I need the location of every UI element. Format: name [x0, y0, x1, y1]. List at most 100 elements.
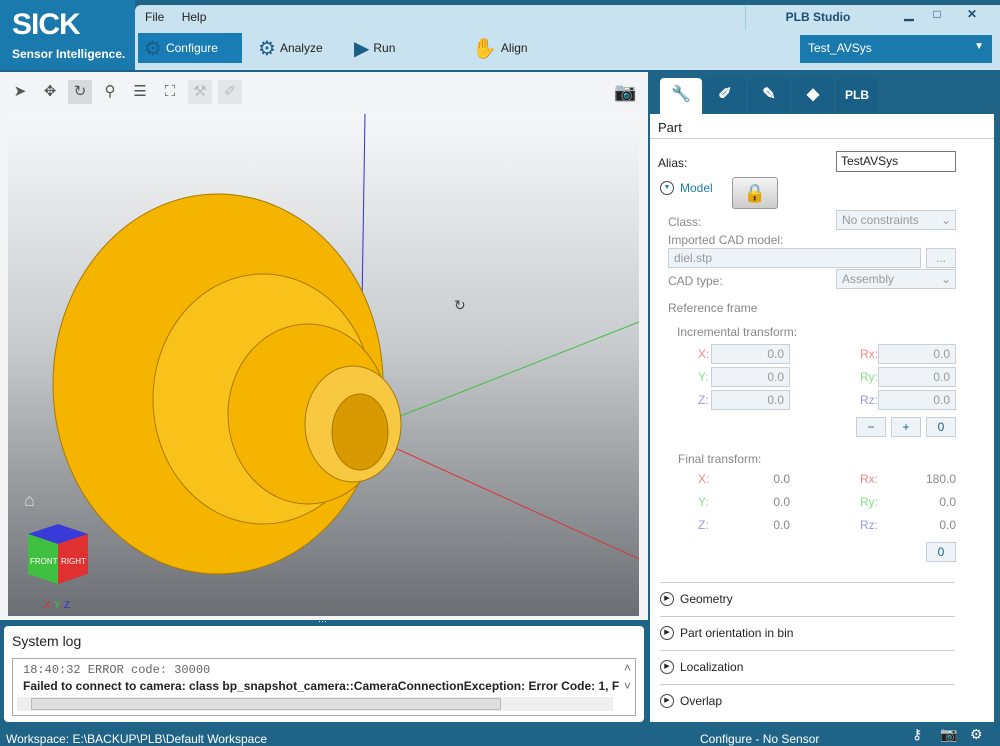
divider	[660, 616, 955, 617]
inc-x-input[interactable]: 0.0	[711, 344, 790, 364]
run-button[interactable]: ▶ Run	[348, 33, 401, 63]
snapshot-camera-icon[interactable]: 📷	[614, 82, 636, 103]
cad-model-input[interactable]: diel.stp	[668, 248, 921, 268]
zero-button[interactable]: 0	[926, 417, 956, 437]
list-icon[interactable]: ☰	[128, 80, 152, 104]
log-list[interactable]: 18:40:32 ERROR code: 30000 Failed to con…	[12, 658, 636, 716]
zoom-icon[interactable]: ⚲	[98, 80, 122, 104]
divider	[660, 582, 955, 583]
browse-button[interactable]: ...	[926, 248, 956, 268]
move-icon[interactable]: ✥	[38, 80, 62, 104]
inc-rz-input[interactable]: 0.0	[878, 390, 956, 410]
align-button[interactable]: ✋ Align	[466, 33, 534, 63]
final-ry-label: Ry:	[860, 495, 878, 509]
inc-rx-input[interactable]: 0.0	[878, 344, 956, 364]
tab-part[interactable]: 🔧	[660, 78, 702, 114]
configure-button[interactable]: ⚙ Configure	[138, 33, 242, 63]
analyze-button[interactable]: ⚙ Analyze	[252, 33, 329, 63]
section-localization[interactable]: ▶ Localization	[660, 660, 743, 674]
final-rx-value: 180.0	[925, 472, 956, 486]
status-mode: Configure - No Sensor	[700, 732, 820, 746]
sensor-icon: ✎	[762, 86, 776, 103]
hand-eye-icon: ✋	[472, 37, 497, 60]
view-cube[interactable]: FRONT RIGHT	[28, 524, 88, 584]
zoom-fit-icon[interactable]: ⛶	[158, 80, 182, 104]
system-log-title: System log	[12, 633, 82, 649]
close-button[interactable]: ✕	[958, 7, 986, 27]
gear-icon: ⚙	[144, 37, 162, 60]
brand-tagline: Sensor Intelligence.	[12, 47, 126, 61]
play-icon: ▶	[354, 37, 370, 60]
inc-ry-input[interactable]: 0.0	[878, 367, 956, 387]
chevron-down-icon: ▼	[660, 181, 674, 195]
menu-help[interactable]: Help	[182, 10, 207, 24]
log-line: 18:40:32 ERROR code: 30000	[23, 663, 211, 677]
class-select[interactable]: No constraints ⌄	[836, 210, 956, 230]
panel-title: Part	[658, 120, 682, 135]
robot-icon: ⚙	[970, 726, 983, 742]
gripper-icon: ✐	[718, 86, 732, 103]
section-overlap[interactable]: ▶ Overlap	[660, 694, 722, 708]
chevron-right-icon: ▶	[660, 660, 674, 674]
section-part-orientation[interactable]: ▶ Part orientation in bin	[660, 626, 793, 640]
final-rz-label: Rz:	[860, 518, 878, 532]
menu-file[interactable]: File	[145, 10, 164, 24]
cad-type-select[interactable]: Assembly ⌄	[836, 269, 956, 289]
rotate-icon[interactable]: ↻	[68, 80, 92, 104]
chevron-down-icon: ⌄	[940, 213, 951, 227]
gear-play-icon: ⚙	[258, 37, 276, 60]
maximize-button[interactable]: □	[923, 7, 951, 27]
analyze-label: Analyze	[279, 41, 323, 55]
y-axis	[359, 321, 640, 433]
rotate-cursor-icon: ↻	[454, 297, 466, 313]
tab-sensor[interactable]: ✎	[748, 78, 790, 112]
minimize-button[interactable]: ▁	[895, 7, 923, 27]
section-label: Part orientation in bin	[680, 626, 794, 640]
increment-button[interactable]: +	[891, 417, 921, 437]
class-label: Class:	[668, 215, 702, 229]
lock-button[interactable]: 🔒	[732, 177, 778, 209]
horizontal-scrollbar[interactable]	[17, 697, 613, 711]
scrollbar-thumb[interactable]	[31, 698, 501, 710]
home-icon[interactable]: ⌂	[24, 490, 35, 510]
cube-right-label: RIGHT	[61, 557, 86, 566]
inc-y-input[interactable]: 0.0	[711, 367, 790, 387]
tool-icon[interactable]: ⚒	[188, 80, 212, 104]
final-rx-label: Rx:	[860, 472, 878, 486]
decrement-button[interactable]: −	[856, 417, 886, 437]
sick-logo: SICK Sensor Intelligence.	[0, 0, 135, 70]
model-toggle[interactable]: ▼ Model	[660, 181, 713, 195]
viewer-toolbar: ➤ ✥ ↻ ⚲ ☰ ⛶ ⚒ ✐	[8, 80, 242, 104]
chevron-right-icon: ▶	[660, 592, 674, 606]
alias-input[interactable]: TestAVSys	[836, 151, 956, 172]
final-x-label: X:	[698, 472, 710, 486]
reference-frame-label: Reference frame	[668, 301, 758, 315]
final-reset-button[interactable]: 0	[926, 542, 956, 562]
tab-bin[interactable]: ◆	[792, 78, 834, 112]
scene: ↻ ⌂ FRONT RIGHT X Y Z	[24, 113, 640, 611]
gripper-icon[interactable]: ✐	[218, 80, 242, 104]
configure-label: Configure	[165, 41, 218, 55]
inc-rz-label: Rz:	[860, 393, 878, 407]
axis-label-x: X	[44, 600, 51, 611]
box-icon: ◆	[806, 86, 820, 103]
chevron-down-icon: ▼	[974, 41, 984, 52]
cad-type-label: CAD type:	[668, 274, 723, 288]
scroll-down-icon[interactable]: ˅	[624, 679, 631, 693]
inc-z-input[interactable]: 0.0	[711, 390, 790, 410]
cad-part	[52, 193, 402, 575]
tab-plb[interactable]: PLB	[836, 78, 878, 112]
section-label: Localization	[680, 660, 744, 674]
run-label: Run	[373, 41, 396, 55]
project-select[interactable]: Test_AVSys ▼	[800, 35, 992, 63]
final-z-label: Z:	[698, 518, 709, 532]
final-x-value: 0.0	[773, 472, 790, 486]
3d-viewport[interactable]: ↻ ⌂ FRONT RIGHT X Y Z	[8, 113, 640, 616]
status-bar: Workspace: E:\BACKUP\PLB\Default Workspa…	[0, 726, 1000, 746]
inc-x-label: X:	[698, 347, 710, 361]
section-geometry[interactable]: ▶ Geometry	[660, 592, 733, 606]
select-icon[interactable]: ➤	[8, 80, 32, 104]
splitter-handle[interactable]: ···	[318, 616, 327, 626]
tab-gripper[interactable]: ✐	[704, 78, 746, 112]
scroll-up-icon[interactable]: ˄	[624, 661, 631, 675]
